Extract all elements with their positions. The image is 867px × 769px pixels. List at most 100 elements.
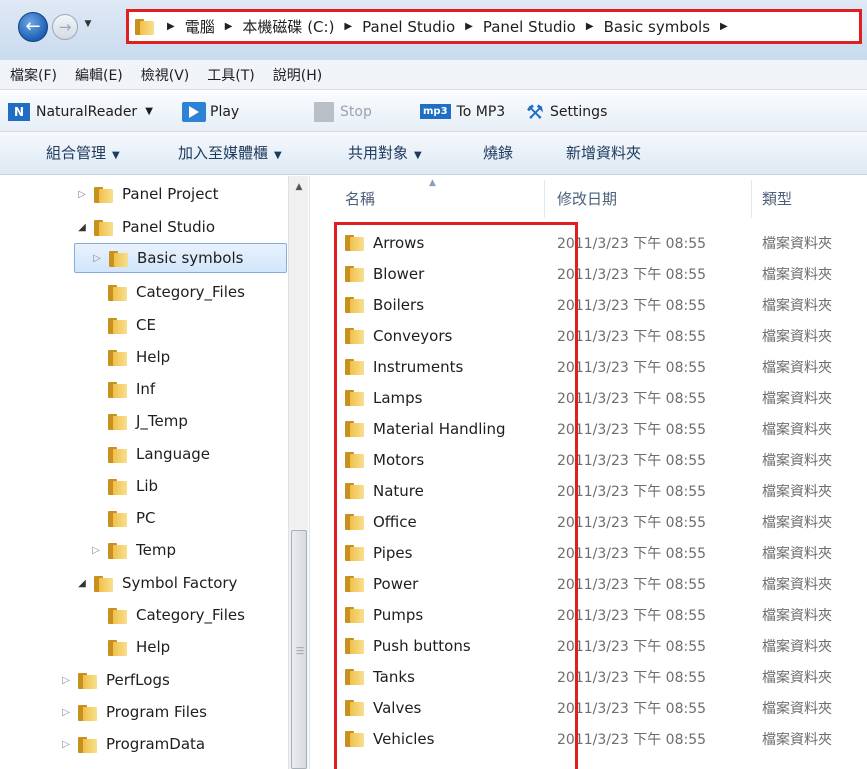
list-item[interactable]: Blower 2011/3/23 下午 08:55 檔案資料夾 <box>311 258 867 289</box>
file-date: 2011/3/23 下午 08:55 <box>557 607 707 624</box>
tree-item[interactable]: ◢ Panel Studio <box>74 212 215 242</box>
tree-item[interactable]: Inf <box>88 374 155 404</box>
tree-item[interactable]: Help <box>88 632 170 662</box>
to-mp3-button[interactable]: mp3 To MP3 <box>420 91 505 132</box>
list-item[interactable]: Motors 2011/3/23 下午 08:55 檔案資料夾 <box>311 444 867 475</box>
tree-item[interactable]: Help <box>88 342 170 372</box>
list-item[interactable]: Office 2011/3/23 下午 08:55 檔案資料夾 <box>311 506 867 537</box>
file-date: 2011/3/23 下午 08:55 <box>557 483 707 500</box>
list-item[interactable]: Tanks 2011/3/23 下午 08:55 檔案資料夾 <box>311 661 867 692</box>
column-divider[interactable] <box>751 180 752 218</box>
tree-item[interactable]: Lib <box>88 471 158 501</box>
tree-item[interactable]: ▷ PerfLogs <box>58 665 170 695</box>
expander-icon[interactable]: ▷ <box>88 545 104 556</box>
chevron-down-icon: ▼ <box>414 150 422 161</box>
tree-item[interactable]: CE <box>88 310 156 340</box>
chevron-down-icon: ▼ <box>274 150 282 161</box>
tree-item[interactable]: J_Temp <box>88 406 188 436</box>
expander-icon[interactable]: ▷ <box>74 189 90 200</box>
menu-file[interactable]: 檔案(F) <box>10 65 57 85</box>
tree-item[interactable]: ▷ ProgramData <box>58 729 205 759</box>
file-type: 檔案資料夾 <box>762 638 832 655</box>
tree-item[interactable]: ▷ Panel Project <box>74 179 218 209</box>
breadcrumb-item[interactable]: 電腦 <box>185 16 215 37</box>
back-arrow-icon[interactable]: ← <box>18 12 48 42</box>
folder-icon <box>108 542 128 559</box>
folder-icon <box>345 544 365 561</box>
forward-arrow-icon[interactable]: → <box>52 14 78 40</box>
list-item[interactable]: Valves 2011/3/23 下午 08:55 檔案資料夾 <box>311 692 867 723</box>
naturalreader-icon: N <box>8 102 30 121</box>
file-type: 檔案資料夾 <box>762 328 832 345</box>
breadcrumb-item[interactable]: 本機磁碟 (C:) <box>242 16 334 37</box>
folder-icon <box>108 639 128 656</box>
list-item[interactable]: Power 2011/3/23 下午 08:55 檔案資料夾 <box>311 568 867 599</box>
breadcrumb-item[interactable]: Panel Studio <box>483 18 576 36</box>
chevron-right-icon[interactable]: ▶ <box>225 21 233 32</box>
tree-item[interactable]: Category_Files <box>88 600 245 630</box>
list-item[interactable]: Push buttons 2011/3/23 下午 08:55 檔案資料夾 <box>311 630 867 661</box>
expander-icon[interactable]: ▷ <box>58 675 74 686</box>
menu-view[interactable]: 檢視(V) <box>141 65 190 85</box>
chevron-right-icon[interactable]: ▶ <box>586 21 594 32</box>
stop-button[interactable]: Stop <box>314 91 372 132</box>
history-dropdown-icon[interactable]: ▼ <box>81 19 95 33</box>
chevron-right-icon[interactable]: ▶ <box>167 21 175 32</box>
chevron-right-icon[interactable]: ▶ <box>344 21 352 32</box>
folder-icon <box>345 575 365 592</box>
burn-button[interactable]: 燒錄 <box>483 132 513 175</box>
folder-icon <box>345 265 365 282</box>
list-item[interactable]: Instruments 2011/3/23 下午 08:55 檔案資料夾 <box>311 351 867 382</box>
chevron-down-icon[interactable]: ▼ <box>145 106 153 117</box>
folder-icon <box>108 284 128 301</box>
file-name: Blower <box>373 264 425 283</box>
list-item[interactable]: Material Handling 2011/3/23 下午 08:55 檔案資… <box>311 413 867 444</box>
list-item[interactable]: Arrows 2011/3/23 下午 08:55 檔案資料夾 <box>311 227 867 258</box>
naturalreader-button[interactable]: N NaturalReader ▼ <box>8 91 153 132</box>
breadcrumb-item[interactable]: Panel Studio <box>362 18 455 36</box>
navigation-pane[interactable]: ▷ Panel Project ◢ Panel Studio ▷ Basic s… <box>0 176 310 769</box>
expander-icon[interactable]: ◢ <box>74 578 90 589</box>
list-item[interactable]: Boilers 2011/3/23 下午 08:55 檔案資料夾 <box>311 289 867 320</box>
scroll-up-icon[interactable]: ▲ <box>289 178 309 196</box>
list-item[interactable]: Nature 2011/3/23 下午 08:55 檔案資料夾 <box>311 475 867 506</box>
scrollbar-thumb[interactable]: — — — <box>291 530 307 769</box>
settings-button[interactable]: ⚒ Settings <box>526 91 607 132</box>
expander-icon[interactable]: ▷ <box>58 707 74 718</box>
breadcrumb-item[interactable]: Basic symbols <box>604 18 710 36</box>
menu-help[interactable]: 說明(H) <box>273 65 322 85</box>
add-to-library-button[interactable]: 加入至媒體櫃 ▼ <box>178 132 282 175</box>
play-button[interactable]: Play <box>182 91 239 132</box>
tree-item[interactable]: ▷ Program Files <box>58 697 207 727</box>
file-type: 檔案資料夾 <box>762 421 832 438</box>
tree-item[interactable]: PC <box>88 503 156 533</box>
organize-button[interactable]: 組合管理 ▼ <box>46 132 120 175</box>
new-folder-button[interactable]: 新增資料夾 <box>566 132 641 175</box>
column-divider[interactable] <box>544 180 545 218</box>
nav-scrollbar[interactable]: ▲ — — — <box>288 176 308 769</box>
list-item[interactable]: Vehicles 2011/3/23 下午 08:55 檔案資料夾 <box>311 723 867 754</box>
tree-item[interactable]: ▷ Temp <box>88 535 176 565</box>
chevron-right-icon[interactable]: ▶ <box>720 21 728 32</box>
column-header-name[interactable]: 名稱 <box>345 176 375 222</box>
list-item[interactable]: Pumps 2011/3/23 下午 08:55 檔案資料夾 <box>311 599 867 630</box>
column-header-type[interactable]: 類型 <box>762 176 792 222</box>
list-item[interactable]: Lamps 2011/3/23 下午 08:55 檔案資料夾 <box>311 382 867 413</box>
breadcrumb[interactable]: ▶ 電腦 ▶ 本機磁碟 (C:) ▶ Panel Studio ▶ Panel … <box>126 9 862 44</box>
expander-icon[interactable]: ▷ <box>89 253 105 264</box>
tree-item[interactable]: Language <box>88 439 210 469</box>
chevron-right-icon[interactable]: ▶ <box>465 21 473 32</box>
tree-item[interactable]: Category_Files <box>88 277 245 307</box>
expander-icon[interactable]: ▷ <box>58 739 74 750</box>
tree-item[interactable]: ◢ Symbol Factory <box>74 568 237 598</box>
menu-tools[interactable]: 工具(T) <box>207 65 254 85</box>
list-item[interactable]: Conveyors 2011/3/23 下午 08:55 檔案資料夾 <box>311 320 867 351</box>
list-item[interactable]: Pipes 2011/3/23 下午 08:55 檔案資料夾 <box>311 537 867 568</box>
file-name: Conveyors <box>373 326 453 345</box>
expander-icon[interactable]: ◢ <box>74 222 90 233</box>
tree-item-selected[interactable]: ▷ Basic symbols <box>74 243 287 273</box>
menu-edit[interactable]: 編輯(E) <box>75 65 123 85</box>
share-with-button[interactable]: 共用對象 ▼ <box>348 132 422 175</box>
file-list[interactable]: ▲ 名稱 修改日期 類型 Arrows 2011/3/23 下午 08:55 檔… <box>311 176 867 769</box>
column-header-date[interactable]: 修改日期 <box>557 176 617 222</box>
